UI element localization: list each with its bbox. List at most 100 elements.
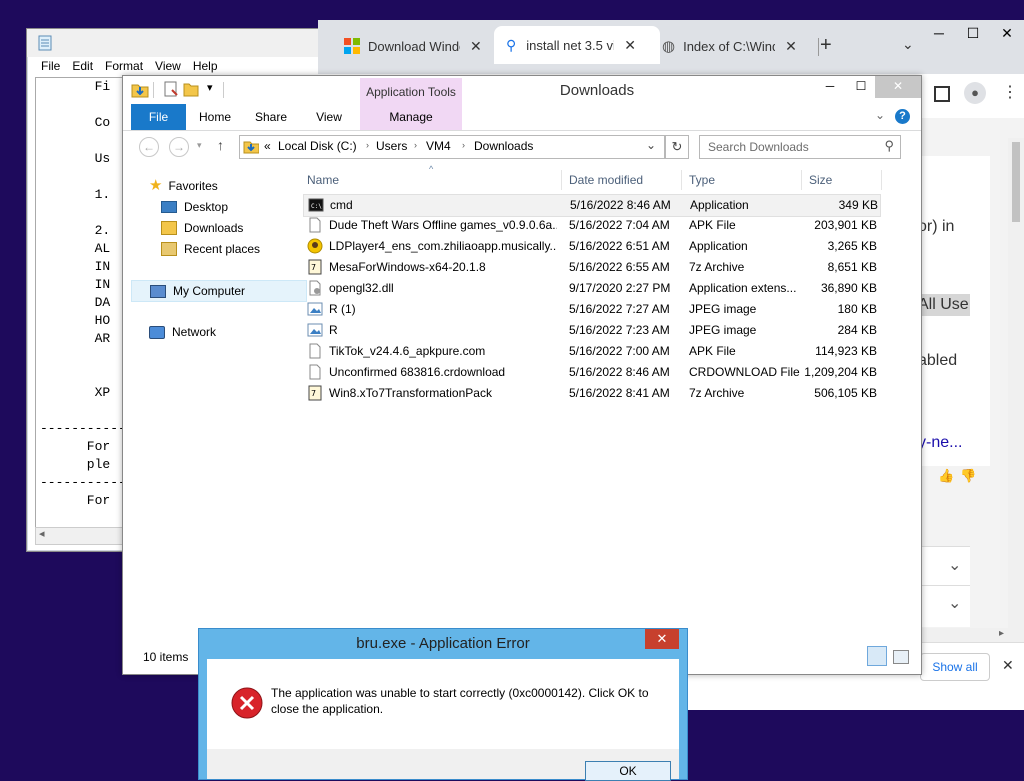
breadcrumb-users[interactable]: Users xyxy=(376,139,407,153)
star-icon: ★ xyxy=(149,177,163,194)
address-bar[interactable]: « Local Disk (C:) › Users › VM4 › Downlo… xyxy=(239,135,665,159)
ribbon-expand-icon[interactable]: ⌄ xyxy=(875,108,885,122)
column-header-date[interactable]: Date modified xyxy=(569,170,643,190)
file-name: Win8.xTo7TransformationPack xyxy=(329,386,492,400)
error-dialog-title: bru.exe - Application Error xyxy=(356,635,530,652)
breadcrumb-overflow[interactable]: « xyxy=(264,139,271,153)
chevron-right-icon[interactable]: › xyxy=(366,140,369,150)
file-row[interactable]: R (1) 5/16/2022 7:27 AM JPEG image 180 KB xyxy=(303,299,881,320)
nav-downloads-label: Downloads xyxy=(184,221,244,235)
downloads-folder-icon xyxy=(161,221,177,235)
close-tab-icon[interactable]: ✕ xyxy=(624,37,636,54)
help-icon[interactable]: ? xyxy=(895,109,910,124)
browser-tab-2-active[interactable]: ⚲ install net 3.5 via ✕ xyxy=(494,26,660,64)
file-row[interactable]: Dude Theft Wars Offline games_v0.9.0.6a.… xyxy=(303,215,881,236)
large-icons-view-icon[interactable] xyxy=(893,650,909,664)
column-divider[interactable] xyxy=(681,170,682,190)
column-divider[interactable] xyxy=(881,170,882,190)
close-icon[interactable]: ✕ xyxy=(875,76,921,98)
nav-downloads[interactable]: Downloads xyxy=(161,218,243,238)
close-download-bar-icon[interactable]: ✕ xyxy=(1002,657,1014,674)
column-header-type[interactable]: Type xyxy=(689,170,715,190)
chevron-down-icon[interactable]: ⌄ xyxy=(948,555,961,575)
notepad-titlebar[interactable] xyxy=(27,29,335,57)
minimize-icon[interactable]: ─ xyxy=(922,20,956,50)
file-row[interactable]: LDPlayer4_ens_com.zhiliaoapp.musically..… xyxy=(303,236,881,257)
file-row[interactable]: 7 Win8.xTo7TransformationPack 5/16/2022 8:… xyxy=(303,383,881,404)
menu-edit[interactable]: Edit xyxy=(66,59,99,77)
close-tab-icon[interactable]: ✕ xyxy=(470,38,482,55)
up-button[interactable]: ↑ xyxy=(217,137,224,153)
scroll-thumb[interactable] xyxy=(1012,142,1020,222)
image-icon xyxy=(307,323,323,337)
column-divider[interactable] xyxy=(561,170,562,190)
nav-favorites[interactable]: ★ Favorites xyxy=(149,176,218,196)
chevron-down-icon[interactable]: ⌄ xyxy=(902,36,914,53)
show-all-button[interactable]: Show all xyxy=(920,653,990,681)
new-tab-button[interactable]: + xyxy=(820,34,832,57)
browser-tab-1[interactable]: Download Windo ✕ xyxy=(344,30,492,62)
refresh-icon[interactable]: ↻ xyxy=(665,135,689,159)
chevron-down-icon[interactable]: ⌄ xyxy=(948,593,961,613)
link-fragment[interactable]: y-ne... xyxy=(918,434,962,452)
column-divider[interactable] xyxy=(801,170,802,190)
close-icon[interactable]: ✕ xyxy=(990,20,1024,50)
nav-my-computer[interactable]: My Computer xyxy=(131,280,307,302)
nav-recent-places[interactable]: Recent places xyxy=(161,239,260,259)
file-row[interactable]: TikTok_v24.4.6_apkpure.com 5/16/2022 7:00… xyxy=(303,341,881,362)
close-tab-icon[interactable]: ✕ xyxy=(785,38,797,55)
maximize-icon[interactable]: ☐ xyxy=(847,76,875,98)
scroll-left-icon[interactable]: ◂ xyxy=(39,527,45,540)
sidebar-icon[interactable] xyxy=(934,86,950,102)
ribbon-tab-share[interactable]: Share xyxy=(249,104,293,130)
back-button[interactable]: ← xyxy=(139,137,159,157)
file-row[interactable]: 7 MesaForWindows-x64-20.1.8 5/16/2022 6:55… xyxy=(303,257,881,278)
details-view-icon[interactable] xyxy=(867,646,887,666)
minimize-icon[interactable]: ─ xyxy=(813,76,847,98)
archive-icon: 7 xyxy=(308,385,322,401)
ribbon-tab-home[interactable]: Home xyxy=(193,104,237,130)
column-header-name[interactable]: Name xyxy=(307,170,339,190)
file-name: R (1) xyxy=(329,302,356,316)
menu-file[interactable]: File xyxy=(35,59,66,77)
thumbs-down-icon[interactable]: 👎 xyxy=(960,468,976,484)
file-size: 3,265 KB xyxy=(827,239,877,253)
maximize-icon[interactable]: ☐ xyxy=(956,20,990,50)
ok-button[interactable]: OK xyxy=(585,761,671,781)
address-dropdown-icon[interactable]: ⌄ xyxy=(646,138,656,152)
explorer-titlebar[interactable]: ▾ Downloads ─ ☐ ✕ xyxy=(123,76,921,104)
file-type: JPEG image xyxy=(689,323,757,337)
error-message: The application was unable to start corr… xyxy=(271,686,649,716)
search-icon[interactable]: ⚲ xyxy=(884,138,894,154)
error-dialog-close-button[interactable]: ✕ xyxy=(645,629,679,649)
column-header-size[interactable]: Size xyxy=(809,170,832,190)
file-name: TikTok_v24.4.6_apkpure.com xyxy=(329,344,486,358)
file-row[interactable]: opengl32.dll 9/17/2020 2:27 PM Application… xyxy=(303,278,881,299)
search-box[interactable]: Search Downloads ⚲ xyxy=(699,135,901,159)
profile-avatar-icon[interactable]: ● xyxy=(964,82,986,104)
thumbs-up-icon[interactable]: 👍 xyxy=(938,468,954,484)
chevron-right-icon[interactable]: › xyxy=(414,140,417,150)
chevron-right-icon[interactable]: › xyxy=(462,140,465,150)
file-row[interactable]: C:\ cmd 5/16/2022 8:46 AM Application 349 KB xyxy=(303,194,881,217)
file-row[interactable]: Unconfirmed 683816.crdownload 5/16/2022 8… xyxy=(303,362,881,383)
page-vertical-scrollbar[interactable] xyxy=(1008,138,1024,648)
ribbon-tab-manage[interactable]: Manage xyxy=(381,104,441,130)
file-row[interactable]: R 5/16/2022 7:23 AM JPEG image 284 KB xyxy=(303,320,881,341)
explorer-window-controls: ─ ☐ ✕ xyxy=(813,76,921,98)
file-size: 349 KB xyxy=(838,198,878,212)
globe-icon: ◍ xyxy=(662,38,676,55)
more-menu-icon[interactable]: ⋮ xyxy=(1002,82,1018,102)
nav-desktop[interactable]: Desktop xyxy=(161,197,228,217)
breadcrumb-downloads[interactable]: Downloads xyxy=(474,139,533,153)
forward-button[interactable]: → xyxy=(169,137,189,157)
ribbon-tab-view[interactable]: View xyxy=(307,104,351,130)
recent-locations-icon[interactable]: ▾ xyxy=(197,140,202,151)
breadcrumb-local-disk[interactable]: Local Disk (C:) xyxy=(278,139,357,153)
ribbon-tab-file[interactable]: File xyxy=(131,104,186,130)
browser-tab-3[interactable]: ◍ Index of C:\Wind ✕ xyxy=(662,30,812,62)
file-type: APK File xyxy=(689,344,736,358)
file-type: Application xyxy=(690,198,749,212)
breadcrumb-vm4[interactable]: VM4 xyxy=(426,139,451,153)
nav-network[interactable]: Network xyxy=(149,322,216,342)
